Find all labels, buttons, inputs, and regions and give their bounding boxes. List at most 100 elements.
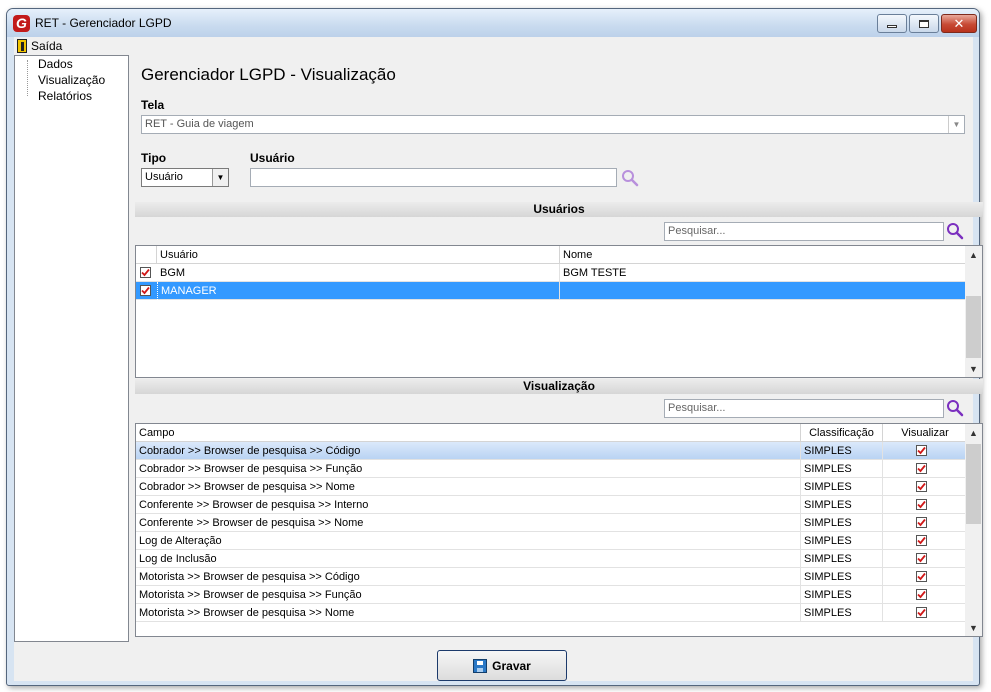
minimize-button[interactable] xyxy=(877,14,907,33)
tipo-label: Tipo xyxy=(141,151,167,165)
table-row[interactable]: Cobrador >> Browser de pesquisa >> Nome S… xyxy=(136,478,965,496)
table-row[interactable]: Log de Alteração SIMPLES xyxy=(136,532,965,550)
column-header-usuario[interactable]: Usuário xyxy=(157,246,560,264)
menu-item-exit[interactable]: Saída xyxy=(14,39,62,53)
title-bar[interactable]: G RET - Gerenciador LGPD ✕ xyxy=(7,9,979,37)
cell-visualizar xyxy=(883,460,967,478)
exit-door-icon xyxy=(17,39,27,53)
search-icon[interactable] xyxy=(946,222,964,240)
visualizar-checkbox[interactable] xyxy=(916,553,927,564)
checkmark-icon xyxy=(917,590,926,599)
floppy-disk-icon xyxy=(473,658,488,673)
column-header-visualizar[interactable]: Visualizar xyxy=(883,424,967,442)
visualizar-checkbox[interactable] xyxy=(916,589,927,600)
visualizacao-section-header: Visualização xyxy=(135,379,983,394)
visualizacao-scrollbar[interactable]: ▲ ▼ xyxy=(965,424,982,636)
table-row[interactable]: BGM BGM TESTE xyxy=(136,264,965,282)
table-row-selected[interactable]: MANAGER xyxy=(136,282,965,300)
cell-visualizar xyxy=(883,496,967,514)
visualizar-checkbox[interactable] xyxy=(916,499,927,510)
column-header-campo[interactable]: Campo xyxy=(136,424,801,442)
close-button[interactable]: ✕ xyxy=(941,14,977,33)
scroll-thumb[interactable] xyxy=(966,444,981,524)
save-button[interactable]: Gravar xyxy=(437,650,567,681)
usuarios-search-input[interactable]: Pesquisar... xyxy=(664,222,944,241)
navigation-tree: Dados Visualização Relatórios xyxy=(14,55,129,642)
checkmark-icon xyxy=(141,286,150,295)
cell-classificacao: SIMPLES xyxy=(801,532,883,550)
tipo-select-value: Usuário xyxy=(145,171,183,183)
row-checkbox[interactable] xyxy=(140,267,151,278)
cell-campo: Cobrador >> Browser de pesquisa >> Códig… xyxy=(136,442,801,460)
client-area: Saída Dados Visualização Relatórios Gere… xyxy=(14,37,983,681)
table-row[interactable]: Log de Inclusão SIMPLES xyxy=(136,550,965,568)
visualizar-checkbox[interactable] xyxy=(916,517,927,528)
column-header-classificacao[interactable]: Classificação xyxy=(801,424,883,442)
table-row[interactable]: Cobrador >> Browser de pesquisa >> Códig… xyxy=(136,442,965,460)
row-checkbox[interactable] xyxy=(140,285,151,296)
chevron-down-icon[interactable]: ▼ xyxy=(948,116,964,133)
visualizar-checkbox[interactable] xyxy=(916,535,927,546)
checkmark-icon xyxy=(141,268,150,277)
table-row[interactable]: Conferente >> Browser de pesquisa >> Nom… xyxy=(136,514,965,532)
cell-classificacao: SIMPLES xyxy=(801,604,883,622)
checkmark-icon xyxy=(917,572,926,581)
cell-campo: Motorista >> Browser de pesquisa >> Nome xyxy=(136,604,801,622)
visualizar-checkbox[interactable] xyxy=(916,481,927,492)
scroll-up-icon[interactable]: ▲ xyxy=(965,246,982,263)
tipo-select[interactable]: Usuário ▼ xyxy=(141,168,229,187)
search-icon[interactable] xyxy=(621,169,639,187)
scroll-thumb[interactable] xyxy=(966,296,981,358)
nav-item-dados[interactable]: Dados xyxy=(38,57,73,71)
checkmark-icon xyxy=(917,608,926,617)
cell-classificacao: SIMPLES xyxy=(801,586,883,604)
cell-visualizar xyxy=(883,478,967,496)
cell-campo: Conferente >> Browser de pesquisa >> Nom… xyxy=(136,514,801,532)
cell-campo: Motorista >> Browser de pesquisa >> Códi… xyxy=(136,568,801,586)
usuarios-grid: Usuário Nome BGM BGM TESTE MANAGER ▲ ▼ xyxy=(135,245,983,378)
cell-visualizar xyxy=(883,514,967,532)
cell-campo: Log de Inclusão xyxy=(136,550,801,568)
scroll-up-icon[interactable]: ▲ xyxy=(965,424,982,441)
cell-visualizar xyxy=(883,442,967,460)
checkmark-icon xyxy=(917,500,926,509)
checkmark-icon xyxy=(917,464,926,473)
cell-campo: Conferente >> Browser de pesquisa >> Int… xyxy=(136,496,801,514)
visualizar-checkbox[interactable] xyxy=(916,571,927,582)
cell-classificacao: SIMPLES xyxy=(801,514,883,532)
search-icon[interactable] xyxy=(946,399,964,417)
cell-classificacao: SIMPLES xyxy=(801,478,883,496)
table-row[interactable]: Motorista >> Browser de pesquisa >> Códi… xyxy=(136,568,965,586)
checkmark-icon xyxy=(917,518,926,527)
usuario-input[interactable] xyxy=(250,168,617,187)
cell-visualizar xyxy=(883,586,967,604)
cell-classificacao: SIMPLES xyxy=(801,496,883,514)
usuarios-scrollbar[interactable]: ▲ ▼ xyxy=(965,246,982,377)
chevron-down-icon[interactable]: ▼ xyxy=(212,169,228,186)
cell-usuario: BGM xyxy=(157,264,560,282)
checkmark-icon xyxy=(917,482,926,491)
maximize-button[interactable] xyxy=(909,14,939,33)
cell-visualizar xyxy=(883,604,967,622)
table-row[interactable]: Cobrador >> Browser de pesquisa >> Funçã… xyxy=(136,460,965,478)
visualizar-checkbox[interactable] xyxy=(916,607,927,618)
scroll-down-icon[interactable]: ▼ xyxy=(965,619,982,636)
close-icon: ✕ xyxy=(953,15,965,31)
visualizacao-search-input[interactable]: Pesquisar... xyxy=(664,399,944,418)
usuarios-grid-header: Usuário Nome xyxy=(136,246,965,264)
cell-visualizar xyxy=(883,532,967,550)
tela-select[interactable]: RET - Guia de viagem ▼ xyxy=(141,115,965,134)
app-logo-icon: G xyxy=(13,15,30,32)
checkmark-icon xyxy=(917,536,926,545)
table-row[interactable]: Motorista >> Browser de pesquisa >> Nome… xyxy=(136,604,965,622)
column-header-nome[interactable]: Nome xyxy=(560,246,967,264)
visualizar-checkbox[interactable] xyxy=(916,445,927,456)
nav-item-relatorios[interactable]: Relatórios xyxy=(38,89,92,103)
table-row[interactable]: Conferente >> Browser de pesquisa >> Int… xyxy=(136,496,965,514)
scroll-down-icon[interactable]: ▼ xyxy=(965,360,982,377)
table-row[interactable]: Motorista >> Browser de pesquisa >> Funç… xyxy=(136,586,965,604)
nav-item-visualizacao[interactable]: Visualização xyxy=(38,73,105,87)
visualizar-checkbox[interactable] xyxy=(916,463,927,474)
menu-bar: Saída xyxy=(14,37,973,55)
cell-campo: Cobrador >> Browser de pesquisa >> Funçã… xyxy=(136,460,801,478)
